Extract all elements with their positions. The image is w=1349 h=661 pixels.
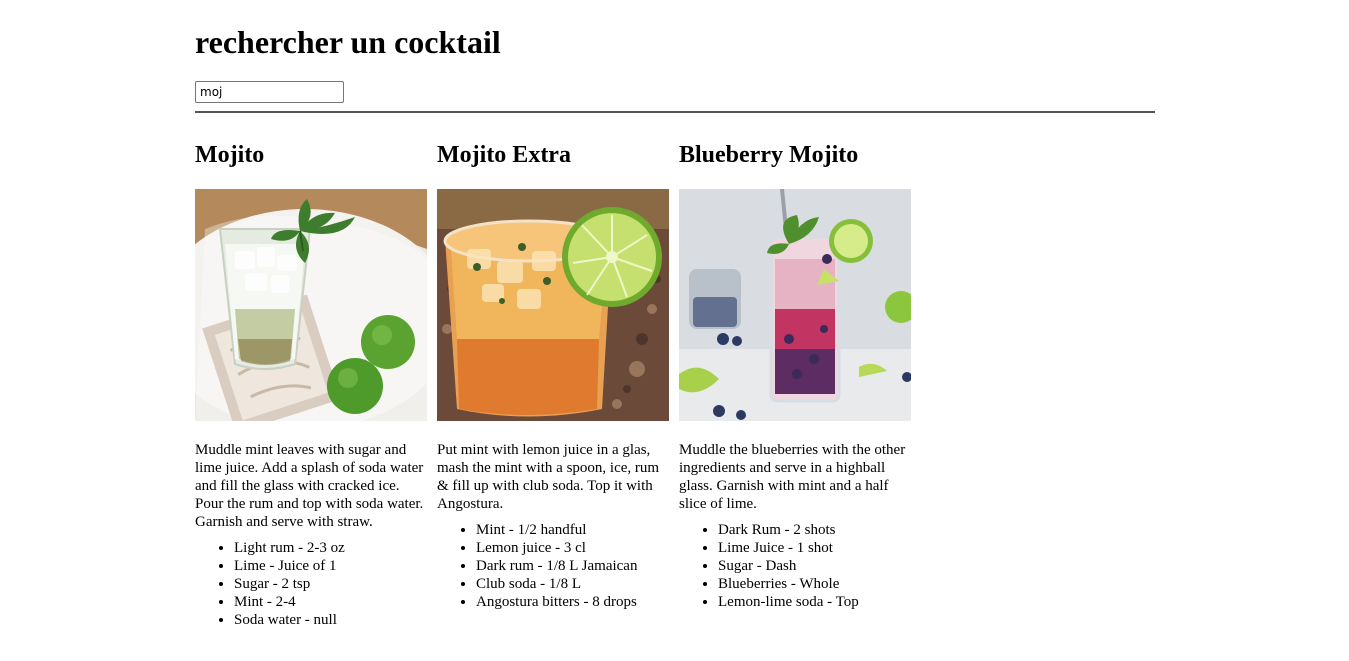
cocktail-title: Mojito bbox=[195, 142, 265, 168]
ingredient-list: Light rum - 2-3 oz Lime - Juice of 1 Sug… bbox=[195, 539, 427, 629]
ingredient-item: Dark rum - 1/8 L Jamaican bbox=[476, 557, 669, 575]
ingredient-list: Dark Rum - 2 shots Lime Juice - 1 shot S… bbox=[679, 521, 911, 611]
cocktail-card: Blueberry Mojito Muddle the blueberries … bbox=[679, 140, 911, 629]
cocktail-card: Mojito Extra Put mint with lemon juice i… bbox=[437, 140, 669, 629]
ingredient-item: Lemon-lime soda - Top bbox=[718, 593, 911, 611]
mojito-photo bbox=[195, 189, 427, 421]
cocktail-card: Mojito Muddle mint leaves with sugar and… bbox=[195, 140, 427, 629]
search-input[interactable] bbox=[195, 81, 344, 103]
ingredient-item: Lemon juice - 3 cl bbox=[476, 539, 669, 557]
results-list: Mojito Muddle mint leaves with sugar and… bbox=[195, 140, 911, 629]
blueberry-mojito-photo bbox=[679, 189, 911, 421]
page-title: rechercher un cocktail bbox=[195, 24, 501, 60]
ingredient-item: Sugar - 2 tsp bbox=[234, 575, 427, 593]
ingredient-item: Mint - 2-4 bbox=[234, 593, 427, 611]
ingredient-item: Dark Rum - 2 shots bbox=[718, 521, 911, 539]
divider bbox=[195, 111, 1155, 113]
cocktail-instructions: Muddle the blueberries with the other in… bbox=[679, 442, 906, 512]
ingredient-item: Mint - 1/2 handful bbox=[476, 521, 669, 539]
ingredient-item: Lime - Juice of 1 bbox=[234, 557, 427, 575]
ingredient-item: Club soda - 1/8 L bbox=[476, 575, 669, 593]
cocktail-title: Mojito Extra bbox=[437, 142, 571, 168]
ingredient-item: Lime Juice - 1 shot bbox=[718, 539, 911, 557]
ingredient-item: Blueberries - Whole bbox=[718, 575, 911, 593]
mojito-extra-photo bbox=[437, 189, 669, 421]
ingredient-list: Mint - 1/2 handful Lemon juice - 3 cl Da… bbox=[437, 521, 669, 611]
cocktail-instructions: Put mint with lemon juice in a glas, mas… bbox=[437, 442, 660, 512]
ingredient-item: Soda water - null bbox=[234, 611, 427, 629]
ingredient-item: Light rum - 2-3 oz bbox=[234, 539, 427, 557]
cocktail-title: Blueberry Mojito bbox=[679, 142, 859, 168]
ingredient-item: Angostura bitters - 8 drops bbox=[476, 593, 669, 611]
ingredient-item: Sugar - Dash bbox=[718, 557, 911, 575]
cocktail-instructions: Muddle mint leaves with sugar and lime j… bbox=[195, 442, 424, 530]
